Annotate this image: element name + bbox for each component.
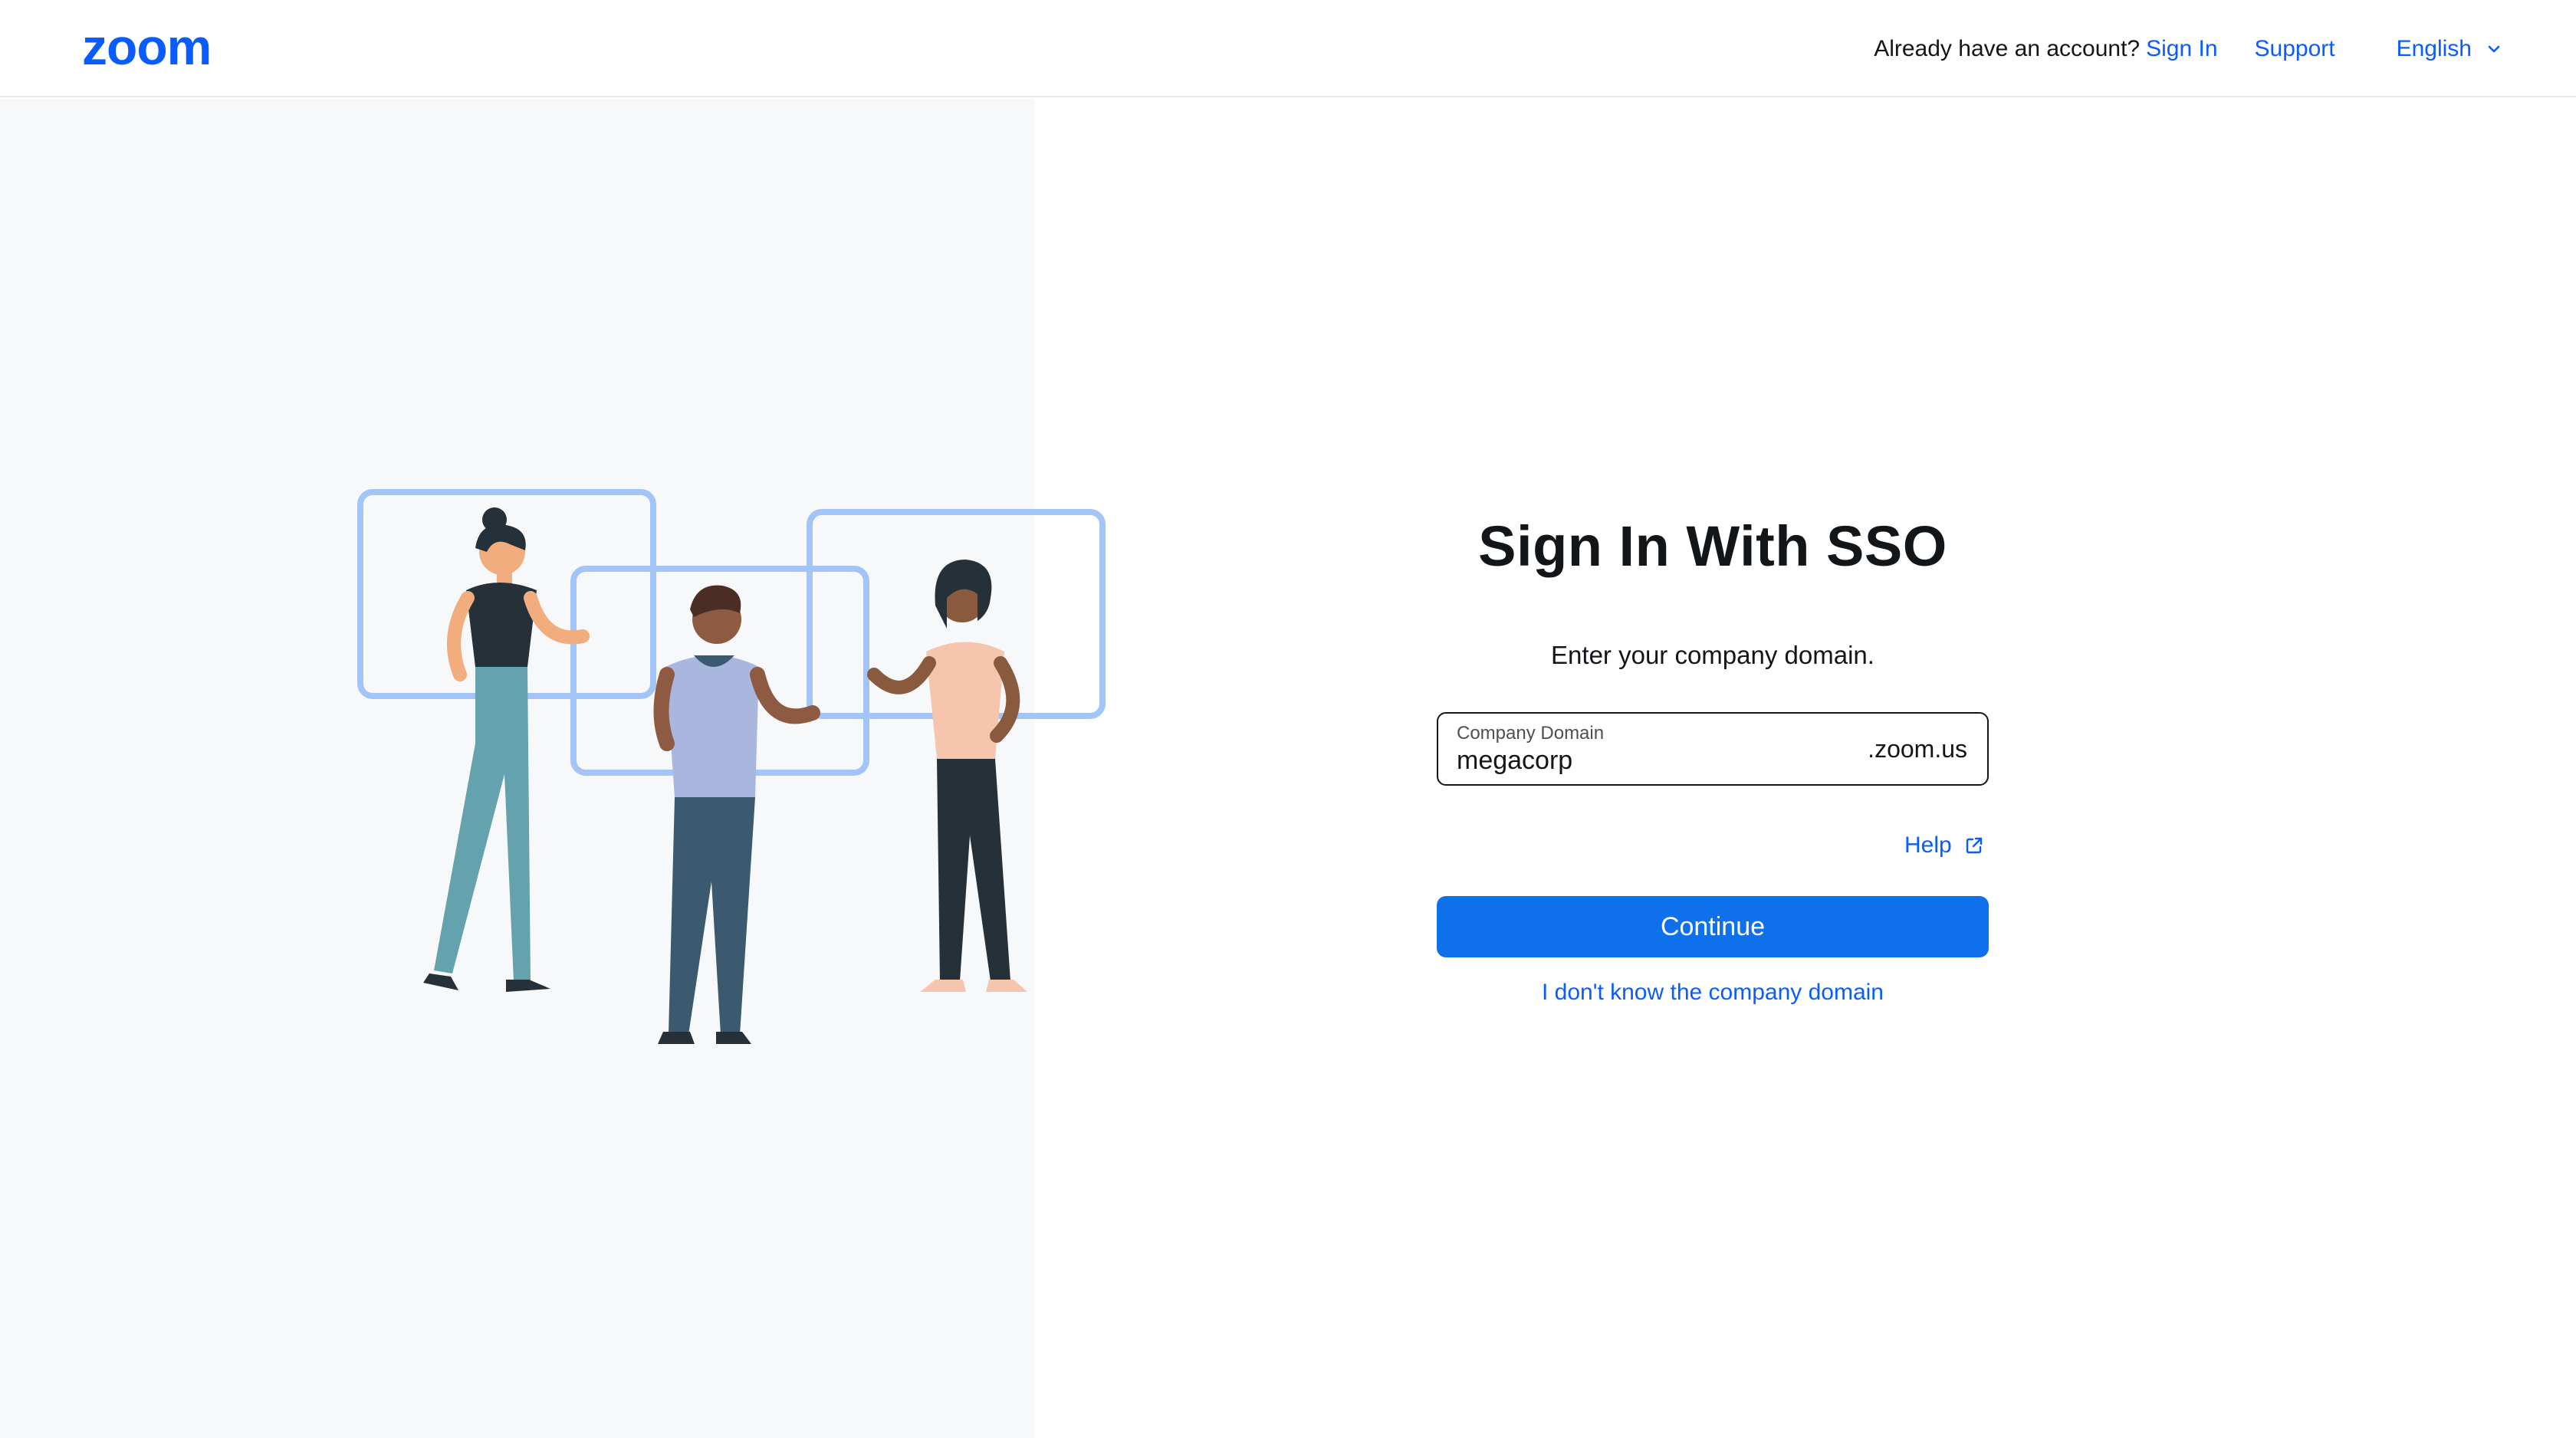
svg-text:zoom: zoom [82, 26, 211, 71]
people-illustration [357, 489, 1106, 1044]
support-link[interactable]: Support [2255, 36, 2335, 62]
company-domain-field[interactable]: Company Domain .zoom.us [1437, 712, 1989, 786]
domain-suffix: .zoom.us [1868, 735, 1967, 763]
company-domain-label: Company Domain [1457, 723, 1605, 744]
unknown-domain-link[interactable]: I don't know the company domain [1437, 980, 1989, 1006]
sign-in-link[interactable]: Sign In [2146, 36, 2217, 62]
company-domain-input[interactable] [1457, 746, 1825, 776]
zoom-logo[interactable]: zoom [82, 26, 254, 71]
chevron-down-icon [2488, 45, 2500, 52]
continue-button[interactable]: Continue [1437, 896, 1989, 957]
person-right [867, 560, 1027, 992]
header-nav: Already have an account? Sign In Support… [1874, 0, 2502, 97]
language-label: English [2396, 35, 2472, 61]
external-link-icon [1966, 837, 1982, 854]
page-subtitle: Enter your company domain. [1551, 641, 1875, 669]
person-left [423, 507, 590, 992]
language-selector[interactable]: English [2397, 36, 2502, 62]
help-label: Help [1904, 832, 1952, 858]
account-prompt: Already have an account? [1874, 35, 2141, 61]
person-middle [653, 585, 820, 1044]
page-title: Sign In With SSO [1478, 514, 1947, 578]
top-header: zoom Already have an account? Sign In Su… [0, 0, 2576, 97]
help-link[interactable]: Help [1904, 832, 1984, 859]
